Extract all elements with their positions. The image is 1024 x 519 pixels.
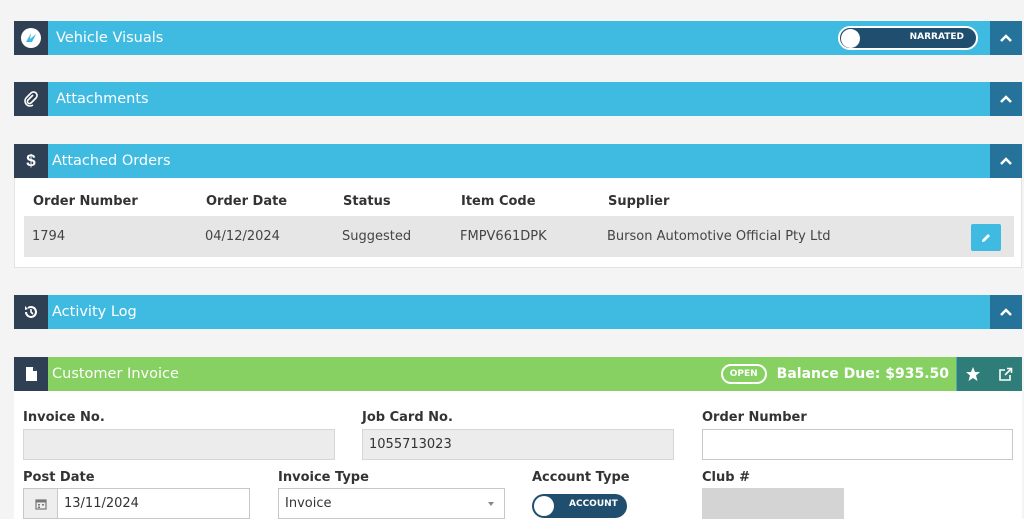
account-type-label: Account Type bbox=[532, 470, 630, 485]
attached-orders-title: Attached Orders bbox=[52, 153, 171, 169]
document-icon bbox=[14, 357, 48, 391]
toggle-knob bbox=[841, 29, 860, 48]
account-toggle-label: ACCOUNT bbox=[569, 499, 618, 509]
narrated-toggle-label: NARRATED bbox=[909, 32, 964, 42]
job-card-no-field: 1055713023 bbox=[362, 429, 674, 460]
status-badge: OPEN bbox=[720, 364, 767, 384]
attachments-header[interactable]: Attachments bbox=[14, 82, 1022, 116]
activity-log-title: Activity Log bbox=[52, 304, 137, 320]
vehicle-visuals-collapse-button[interactable] bbox=[990, 21, 1022, 55]
cell-supplier: Burson Automotive Official Pty Ltd bbox=[607, 229, 831, 244]
caret-down-icon bbox=[488, 502, 494, 506]
post-date-label: Post Date bbox=[23, 470, 95, 485]
attached-orders-collapse-button[interactable] bbox=[990, 144, 1022, 178]
table-row[interactable]: 1794 04/12/2024 Suggested FMPV661DPK Bur… bbox=[24, 216, 1014, 257]
invoice-no-field bbox=[23, 429, 335, 460]
order-number-field[interactable] bbox=[702, 429, 1013, 460]
invoice-type-value: Invoice bbox=[285, 496, 332, 511]
column-header-status: Status bbox=[343, 194, 391, 209]
chevron-up-icon bbox=[1000, 308, 1012, 316]
open-external-button[interactable] bbox=[989, 357, 1022, 391]
cell-status: Suggested bbox=[342, 229, 412, 244]
column-header-order-number: Order Number bbox=[33, 194, 138, 209]
toggle-knob bbox=[534, 496, 554, 516]
vehicle-logo-icon bbox=[14, 21, 48, 55]
history-icon bbox=[14, 295, 48, 329]
balance-due: Balance Due: $935.50 bbox=[776, 366, 949, 382]
invoice-type-label: Invoice Type bbox=[278, 470, 369, 485]
customer-invoice-form: Invoice No. Job Card No. 1055713023 Orde… bbox=[14, 391, 1022, 519]
favorite-button[interactable] bbox=[956, 357, 989, 391]
cell-order-number: 1794 bbox=[32, 229, 66, 244]
order-number-label: Order Number bbox=[702, 410, 807, 425]
column-header-item-code: Item Code bbox=[461, 194, 536, 209]
vehicle-visuals-title: Vehicle Visuals bbox=[56, 30, 164, 46]
pencil-icon bbox=[982, 233, 990, 242]
chevron-up-icon bbox=[1000, 157, 1012, 165]
vehicle-visuals-header[interactable]: Vehicle Visuals NARRATED bbox=[14, 21, 1022, 55]
chevron-up-icon bbox=[1000, 95, 1012, 103]
post-date-value: 13/11/2024 bbox=[64, 496, 139, 511]
account-type-toggle[interactable]: ACCOUNT bbox=[532, 494, 627, 518]
customer-invoice-header[interactable]: Customer Invoice OPEN Balance Due: $935.… bbox=[14, 357, 1022, 391]
post-date-field[interactable]: 13/11/2024 bbox=[23, 488, 250, 519]
star-icon bbox=[966, 367, 980, 381]
attachments-title: Attachments bbox=[56, 91, 149, 107]
invoice-type-select[interactable]: Invoice bbox=[278, 488, 505, 519]
attachments-collapse-button[interactable] bbox=[990, 82, 1022, 116]
club-no-label: Club # bbox=[702, 470, 750, 485]
external-link-icon bbox=[999, 367, 1013, 381]
paperclip-icon bbox=[14, 82, 48, 116]
column-header-order-date: Order Date bbox=[206, 194, 288, 209]
chevron-up-icon bbox=[1000, 34, 1012, 42]
calendar-icon[interactable] bbox=[24, 489, 58, 518]
activity-log-collapse-button[interactable] bbox=[990, 295, 1022, 329]
cell-order-date: 04/12/2024 bbox=[205, 229, 280, 244]
activity-log-header[interactable]: Activity Log bbox=[14, 295, 1022, 329]
attached-orders-header[interactable]: $ Attached Orders bbox=[14, 144, 1022, 178]
customer-invoice-title: Customer Invoice bbox=[52, 366, 179, 382]
narrated-toggle[interactable]: NARRATED bbox=[838, 26, 978, 50]
column-header-supplier: Supplier bbox=[608, 194, 670, 209]
dollar-icon: $ bbox=[14, 144, 48, 178]
edit-order-button[interactable] bbox=[971, 224, 1001, 251]
attached-orders-table: Order Number Order Date Status Item Code… bbox=[14, 178, 1022, 268]
club-no-field bbox=[702, 488, 844, 519]
cell-item-code: FMPV661DPK bbox=[460, 229, 547, 244]
job-card-no-label: Job Card No. bbox=[362, 410, 453, 425]
invoice-no-label: Invoice No. bbox=[23, 410, 105, 425]
